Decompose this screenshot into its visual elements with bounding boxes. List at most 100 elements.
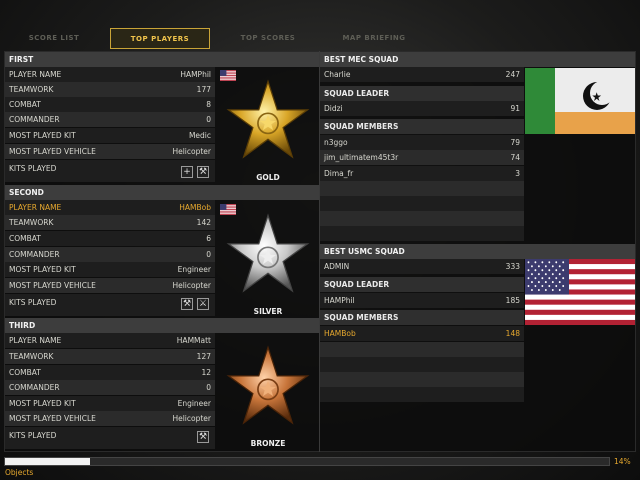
kits-played-label: KITS PLAYED [9, 298, 57, 307]
empty-row [320, 357, 524, 372]
combat-label: COMBAT [9, 100, 41, 109]
mec-leader-row: Didzi 91 [320, 101, 524, 116]
engineer-kit-icon: ⚒ [197, 431, 209, 443]
commander-label: COMMANDER [9, 250, 60, 259]
usmc-leader-row: HAMPhil 185 [320, 293, 524, 308]
engineer-kit-icon: ⚒ [181, 298, 193, 310]
mec-member-row: Dima_fr 3 [320, 166, 524, 181]
first-player-name[interactable]: HAMPhil [180, 67, 211, 82]
usmc-squad-row: ADMIN 333 [320, 259, 524, 274]
vehicle-label: MOST PLAYED VEHICLE [9, 281, 96, 290]
empty-row [320, 372, 524, 387]
second-vehicle-value: Helicopter [172, 281, 211, 290]
squad-leader-label: SQUAD LEADER [324, 89, 390, 98]
third-heading: THIRD [5, 318, 319, 333]
third-commander-row: COMMANDER 0 [5, 380, 215, 395]
second-combat-value: 6 [206, 234, 211, 243]
kits-played-label: KITS PLAYED [9, 164, 57, 173]
empty-row [320, 211, 524, 226]
third-vehicle-value: Helicopter [172, 414, 211, 423]
third-player-name-row: PLAYER NAME HAMMatt [5, 333, 215, 348]
first-teamwork-row: TEAMWORK 177 [5, 82, 215, 97]
third-kit-row: MOST PLAYED KIT Engineer [5, 396, 215, 411]
usmc-leader-header: SQUAD LEADER [320, 277, 524, 292]
commander-label: COMMANDER [9, 115, 60, 124]
combat-label: COMBAT [9, 234, 41, 243]
silver-medal: SILVER [226, 206, 310, 318]
squad-leader-label: SQUAD LEADER [324, 280, 390, 289]
mec-squad-score: 247 [505, 70, 520, 79]
mec-member-name[interactable]: Dima_fr [324, 166, 353, 181]
player-name-label: PLAYER NAME [9, 336, 62, 345]
tab-bar: SCORE LIST TOP PLAYERS TOP SCORES MAP BR… [4, 28, 636, 50]
kits-played-label: KITS PLAYED [9, 431, 57, 440]
first-kit-value: Medic [188, 131, 211, 140]
vehicle-label: MOST PLAYED VEHICLE [9, 414, 96, 423]
second-teamwork-value: 142 [196, 218, 211, 227]
third-player-name[interactable]: HAMMatt [177, 333, 211, 348]
bronze-caption: BRONZE [250, 439, 286, 448]
first-vehicle-value: Helicopter [172, 147, 211, 156]
usmc-leader-name[interactable]: HAMPhil [324, 293, 355, 308]
mec-leader-name[interactable]: Didzi [324, 101, 343, 116]
first-teamwork-value: 177 [196, 85, 211, 94]
mec-leader-score: 91 [510, 104, 520, 113]
usmc-member-row: HAMBob 148 [320, 326, 524, 341]
empty-row [320, 181, 524, 196]
mec-member-name[interactable]: n3ggo [324, 135, 348, 150]
silver-caption: SILVER [253, 307, 283, 316]
loading-status: Objects [5, 468, 34, 477]
second-player-name[interactable]: HAMBob [179, 200, 211, 215]
bronze-medal: BRONZE [226, 338, 310, 450]
kit-label: MOST PLAYED KIT [9, 265, 76, 274]
mec-member-score: 3 [515, 169, 520, 178]
usmc-member-score: 148 [505, 329, 520, 338]
mec-member-row: n3ggo 79 [320, 135, 524, 150]
bronze-star-icon [226, 345, 310, 425]
mec-squad-heading: BEST MEC SQUAD [320, 52, 635, 67]
player-name-label: PLAYER NAME [9, 70, 62, 79]
second-kit-value: Engineer [177, 265, 211, 274]
usmc-squad-name: ADMIN [324, 262, 350, 271]
third-combat-value: 12 [201, 368, 211, 377]
usmc-leader-score: 185 [505, 296, 520, 305]
gold-caption: GOLD [256, 173, 280, 182]
third-vehicle-row: MOST PLAYED VEHICLE Helicopter [5, 411, 215, 426]
medic-kit-icon: + [181, 166, 193, 178]
tab-top-scores[interactable]: TOP SCORES [218, 28, 318, 49]
first-vehicle-row: MOST PLAYED VEHICLE Helicopter [5, 144, 215, 159]
mec-squad-name: Charlie [324, 70, 351, 79]
usmc-member-name[interactable]: HAMBob [324, 326, 356, 341]
kit-label: MOST PLAYED KIT [9, 399, 76, 408]
first-commander-row: COMMANDER 0 [5, 112, 215, 127]
usmc-members-header: SQUAD MEMBERS [320, 310, 524, 325]
tab-top-players[interactable]: TOP PLAYERS [110, 28, 210, 49]
silver-star-icon [226, 213, 310, 293]
mec-member-score: 74 [510, 153, 520, 162]
first-kit-row: MOST PLAYED KIT Medic [5, 128, 215, 143]
tab-map-briefing[interactable]: MAP BRIEFING [324, 28, 424, 49]
squad-members-label: SQUAD MEMBERS [324, 313, 399, 322]
engineer-kit-icon: ⚒ [197, 166, 209, 178]
combat-label: COMBAT [9, 368, 41, 377]
mec-member-name[interactable]: jim_ultimatem45t3r [324, 150, 398, 165]
third-kits-row: KITS PLAYED [5, 427, 215, 449]
loading-progress-bar [4, 457, 610, 466]
mec-member-score: 79 [510, 138, 520, 147]
empty-row [320, 387, 524, 402]
second-kit-row: MOST PLAYED KIT Engineer [5, 262, 215, 277]
first-player-name-row: PLAYER NAME HAMPhil [5, 67, 215, 82]
empty-row [320, 196, 524, 211]
vehicle-label: MOST PLAYED VEHICLE [9, 147, 96, 156]
second-commander-value: 0 [206, 250, 211, 259]
tab-score-list[interactable]: SCORE LIST [4, 28, 104, 49]
first-combat-row: COMBAT 8 [5, 97, 215, 112]
second-vehicle-row: MOST PLAYED VEHICLE Helicopter [5, 278, 215, 293]
kit-label: MOST PLAYED KIT [9, 131, 76, 140]
mec-member-row: jim_ultimatem45t3r 74 [320, 150, 524, 165]
usa-flag-icon [525, 259, 635, 325]
third-combat-row: COMBAT 12 [5, 365, 215, 380]
commander-label: COMMANDER [9, 383, 60, 392]
gold-medal: GOLD [226, 72, 310, 184]
second-player-name-row: PLAYER NAME HAMBob [5, 200, 215, 215]
